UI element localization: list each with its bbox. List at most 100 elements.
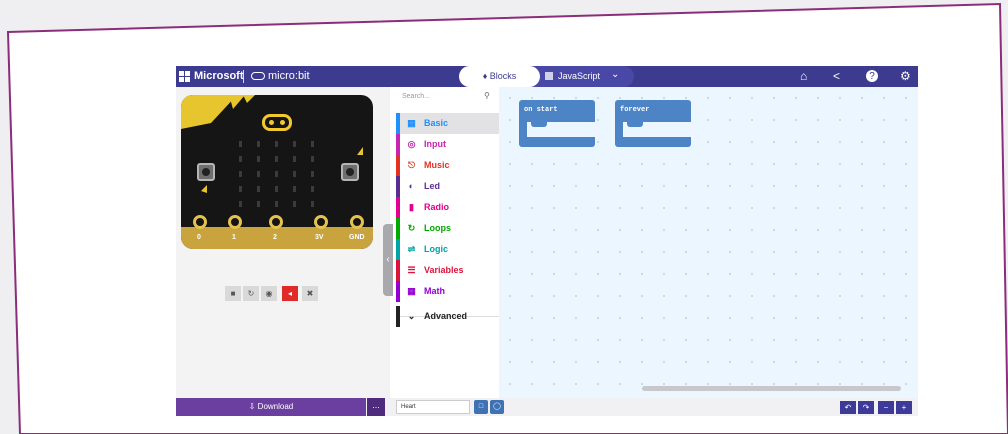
category-color-bar — [396, 197, 400, 218]
help-icon[interactable]: ? — [866, 70, 878, 82]
javascript-icon — [545, 72, 553, 80]
led — [275, 186, 278, 192]
tab-javascript[interactable]: JavaScript — [545, 66, 600, 87]
pin-0[interactable] — [193, 215, 207, 229]
header-divider — [243, 70, 244, 83]
led — [257, 156, 260, 162]
category-label: Loops — [424, 223, 451, 233]
microsoft-logo-icon — [179, 71, 190, 82]
category-led[interactable]: ◐ Led — [396, 176, 499, 197]
project-name-input[interactable]: Heart — [396, 400, 470, 414]
save-icon[interactable]: □ — [474, 400, 488, 414]
category-color-bar — [396, 260, 400, 281]
download-button[interactable]: ⇩ Download — [176, 398, 366, 416]
redo-icon[interactable]: ↷ — [858, 401, 874, 414]
category-color-bar — [396, 239, 400, 260]
on-start-block[interactable]: on start — [519, 100, 595, 147]
share-icon[interactable]: < — [833, 70, 840, 83]
more-button[interactable]: ... — [367, 398, 385, 416]
led — [257, 186, 260, 192]
pin-label: 0 — [197, 234, 201, 241]
calculator-icon: ▦ — [407, 286, 416, 296]
led — [311, 141, 314, 147]
category-label: Math — [424, 286, 445, 296]
category-label: Radio — [424, 202, 450, 212]
category-input[interactable]: ◎ Input — [396, 134, 499, 155]
category-music[interactable]: ⎋ Music — [396, 155, 499, 176]
category-label: Advanced — [424, 311, 468, 321]
led — [257, 141, 260, 147]
slow-mo-icon[interactable]: ◉ — [261, 286, 277, 301]
collapse-simulator-button[interactable]: ‹ — [383, 224, 393, 296]
blocks-workspace[interactable]: on start forever — [499, 87, 918, 398]
led — [257, 201, 260, 207]
zoom-out-icon[interactable]: − — [878, 401, 894, 414]
edge-connector — [181, 227, 373, 249]
pin-1[interactable] — [228, 215, 242, 229]
category-variables[interactable]: ☰ Variables — [396, 260, 499, 281]
undo-icon[interactable]: ↶ — [840, 401, 856, 414]
pin-2[interactable] — [269, 215, 283, 229]
block-notch — [531, 122, 547, 127]
block-label: forever — [620, 106, 650, 114]
led — [239, 156, 242, 162]
toggle-icon: ◐ — [408, 181, 415, 191]
led — [311, 171, 314, 177]
stop-icon[interactable]: ■ — [225, 286, 241, 301]
category-logic[interactable]: ⇌ Logic — [396, 239, 499, 260]
bottom-bar: ⇩ Download ... Heart □ ◯ ↶ ↷ − + — [176, 398, 918, 416]
button-a[interactable] — [197, 163, 215, 181]
loop-icon: ↻ — [407, 223, 416, 233]
home-icon[interactable]: ⌂ — [800, 70, 807, 83]
led — [275, 171, 278, 177]
led — [293, 186, 296, 192]
mute-icon[interactable]: ◂ — [282, 286, 298, 301]
block-header: forever — [615, 100, 691, 122]
pin-3v[interactable] — [314, 215, 328, 229]
category-math[interactable]: ▦ Math — [396, 281, 499, 302]
pin-gnd[interactable] — [350, 215, 364, 229]
pin-label: 1 — [232, 234, 236, 241]
category-loops[interactable]: ↻ Loops — [396, 218, 499, 239]
download-icon: ⇩ — [248, 402, 256, 411]
settings-icon[interactable]: ⚙ — [900, 70, 911, 83]
tab-blocks[interactable]: ♦ Blocks — [459, 66, 540, 87]
category-color-bar — [396, 155, 400, 176]
led — [239, 171, 242, 177]
forever-block[interactable]: forever — [615, 100, 691, 147]
puzzle-icon: ♦ — [482, 71, 488, 81]
target-icon: ◎ — [407, 139, 416, 149]
download-label: Download — [257, 402, 294, 411]
category-label: Logic — [424, 244, 448, 254]
shuffle-icon: ⇌ — [407, 244, 416, 254]
zoom-in-icon[interactable]: + — [896, 401, 912, 414]
restart-icon[interactable]: ↻ — [243, 286, 259, 301]
editor-tabs: ♦ Blocks JavaScript ⌄ — [459, 66, 634, 87]
led — [239, 186, 242, 192]
category-color-bar — [396, 218, 400, 239]
top-bar: Microsoft micro:bit ♦ Blocks JavaScript … — [176, 66, 918, 87]
search-input[interactable]: Search... — [402, 93, 492, 107]
block-arm — [615, 122, 623, 137]
led — [311, 201, 314, 207]
led — [311, 156, 314, 162]
category-basic[interactable]: ▦ Basic — [396, 113, 499, 134]
fullscreen-icon[interactable]: ✖ — [302, 286, 318, 301]
simulator-panel: 0 1 2 3V GND ■ ↻ ◉ ◂ ✖ ‹ — [176, 87, 393, 398]
category-color-bar — [396, 113, 400, 134]
github-icon[interactable]: ◯ — [490, 400, 504, 414]
chevron-down-icon[interactable]: ⌄ — [611, 69, 619, 80]
lines-icon: ☰ — [407, 265, 416, 275]
microbit-logo-icon — [251, 72, 265, 80]
led — [239, 141, 242, 147]
search-icon[interactable]: ⚲ — [484, 91, 490, 100]
button-b[interactable] — [341, 163, 359, 181]
horizontal-scrollbar[interactable] — [642, 386, 901, 391]
category-radio[interactable]: ▮ Radio — [396, 197, 499, 218]
microbit-board[interactable]: 0 1 2 3V GND — [181, 95, 373, 249]
category-color-bar — [396, 134, 400, 155]
tab-blocks-label: Blocks — [489, 71, 517, 81]
block-foot — [519, 137, 595, 147]
microbit-label[interactable]: micro:bit — [268, 70, 310, 82]
category-advanced[interactable]: ⌄ Advanced — [396, 306, 499, 327]
